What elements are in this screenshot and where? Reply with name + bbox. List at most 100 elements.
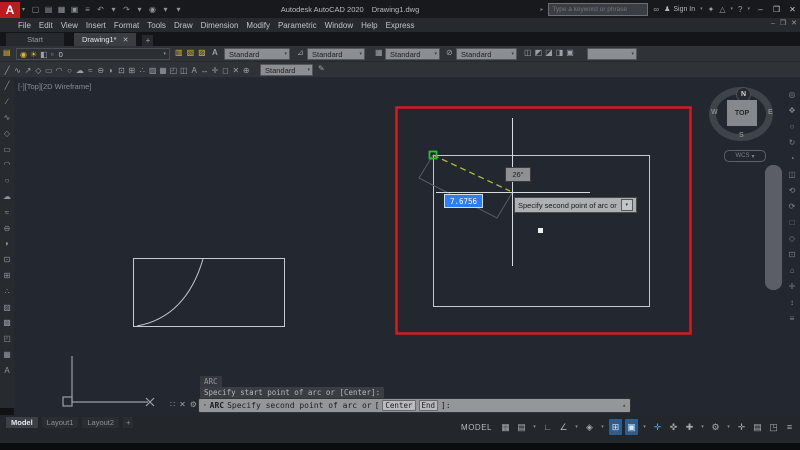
navigation-tool-icon[interactable]: ↕: [786, 294, 799, 310]
new-tab-button[interactable]: +: [142, 35, 154, 46]
sign-in-button[interactable]: ♟ Sign In: [664, 5, 695, 14]
draw-toolbar-icon[interactable]: ≈: [1, 204, 14, 220]
draw-tool-icon[interactable]: ✕: [231, 64, 241, 76]
signin-caret-icon[interactable]: ▾: [700, 6, 703, 12]
status-toggle-icon[interactable]: ▾: [641, 419, 648, 435]
navigation-tool-icon[interactable]: □: [786, 214, 799, 230]
menu-item[interactable]: Parametric: [274, 18, 321, 32]
tooltip-options-icon[interactable]: ▾: [620, 199, 633, 211]
quick-access-icon[interactable]: ▦: [57, 3, 66, 15]
draw-tool-icon[interactable]: ⊞: [127, 64, 137, 76]
command-line-input[interactable]: ▾ ARC Specify second point of arc or [ C…: [198, 398, 631, 413]
draw-tool-icon[interactable]: ◫: [179, 64, 189, 76]
status-toggle-icon[interactable]: ▾: [573, 419, 580, 435]
style-edit-icon[interactable]: ✎: [318, 64, 325, 73]
draw-tool-icon[interactable]: ≈: [85, 64, 95, 76]
navigation-tool-icon[interactable]: ↻: [786, 134, 799, 150]
quick-access-icon[interactable]: ◉: [148, 3, 157, 15]
menu-item[interactable]: Modify: [242, 18, 274, 32]
wcs-caret-icon[interactable]: ▾: [751, 153, 754, 160]
help-caret-icon[interactable]: ▾: [747, 6, 750, 12]
status-toggle-icon[interactable]: ⚙: [709, 419, 722, 435]
layout-tab[interactable]: Layout2: [82, 417, 120, 428]
draw-toolbar-icon[interactable]: ╱: [1, 78, 14, 94]
tab-close-icon[interactable]: ✕: [123, 36, 129, 44]
table-style-combo[interactable]: Standard ▾: [385, 48, 440, 60]
viewport-controls-label[interactable]: [-][Top][2D Wireframe]: [18, 82, 91, 91]
draw-tool-icon[interactable]: ✛: [210, 64, 220, 76]
command-close-icon[interactable]: ✕: [179, 400, 186, 409]
draw-tool-icon[interactable]: ☁: [75, 64, 85, 76]
draw-tool-icon[interactable]: ⊕: [241, 64, 251, 76]
quick-access-icon[interactable]: ▢: [31, 3, 40, 15]
draw-toolbar-icon[interactable]: ○: [1, 173, 14, 189]
draw-tool-icon[interactable]: ◗: [106, 64, 116, 76]
menu-item[interactable]: Format: [110, 18, 143, 32]
status-toggle-icon[interactable]: ◳: [767, 419, 780, 435]
layout-tab[interactable]: Layout1: [41, 417, 79, 428]
annotation-tool-icon[interactable]: ◫: [524, 48, 532, 57]
draw-tool-icon[interactable]: ▦: [158, 64, 168, 76]
dynamic-input-field[interactable]: 7.6756: [444, 194, 483, 208]
draw-tool-icon[interactable]: A: [189, 64, 199, 76]
search-input[interactable]: [548, 2, 649, 16]
draw-toolbar-icon[interactable]: ∕: [1, 94, 14, 110]
status-toggle-icon[interactable]: ▾: [725, 419, 732, 435]
status-toggle-icon[interactable]: ∟: [541, 419, 554, 435]
navigation-tool-icon[interactable]: ⌂: [786, 262, 799, 278]
draw-toolbar-icon[interactable]: ⊡: [1, 252, 14, 268]
quick-access-icon[interactable]: ▾: [135, 3, 144, 15]
layer-tool-icon[interactable]: ▥: [175, 48, 183, 57]
text-style-icon[interactable]: A: [212, 48, 218, 57]
layout-tab[interactable]: +: [123, 417, 134, 428]
status-toggle-icon[interactable]: ▤: [515, 419, 528, 435]
viewcube-west[interactable]: W: [711, 109, 718, 116]
menu-item[interactable]: Help: [357, 18, 381, 32]
layer-tool-icon[interactable]: ▧: [187, 48, 195, 57]
quick-access-icon[interactable]: ▾: [174, 3, 183, 15]
quick-access-icon[interactable]: ↷: [122, 3, 131, 15]
minimize-button[interactable]: –: [755, 5, 766, 14]
draw-toolbar-icon[interactable]: A: [1, 362, 14, 378]
layout-tab[interactable]: Model: [6, 417, 38, 428]
navigation-tool-icon[interactable]: ⊡: [786, 246, 799, 262]
draw-tool-icon[interactable]: ▭: [44, 64, 54, 76]
quick-access-icon[interactable]: ≡: [83, 3, 92, 15]
status-toggle-icon[interactable]: ▾: [699, 419, 706, 435]
navigation-tool-icon[interactable]: ◎: [786, 86, 799, 102]
table-style-icon[interactable]: ▦: [375, 48, 383, 57]
draw-tool-icon[interactable]: ◻: [220, 64, 230, 76]
stay-connected-icon[interactable]: △: [719, 5, 725, 14]
app-store-icon[interactable]: ✦: [708, 5, 715, 14]
logo-caret-icon[interactable]: ▾: [22, 6, 25, 13]
combo-caret-icon[interactable]: ▾: [631, 51, 634, 57]
tab-start[interactable]: Start: [6, 33, 64, 46]
menu-item[interactable]: Window: [321, 18, 357, 32]
close-button[interactable]: ✕: [787, 5, 798, 14]
menu-item[interactable]: Express: [382, 18, 419, 32]
quick-access-icon[interactable]: ▾: [161, 3, 170, 15]
draw-toolbar-icon[interactable]: ▦: [1, 347, 14, 363]
layer-tool-icon[interactable]: ▨: [198, 48, 206, 57]
draw-tool-icon[interactable]: ◠: [54, 64, 64, 76]
layer-bulb-icon[interactable]: ◉: [20, 50, 27, 59]
restore-button[interactable]: ❐: [771, 5, 782, 14]
draw-tool-icon[interactable]: ↔: [199, 64, 209, 76]
navigation-tool-icon[interactable]: ○: [786, 118, 799, 134]
navigation-tool-icon[interactable]: ⟳: [786, 198, 799, 214]
status-toggle-icon[interactable]: ⊞: [609, 419, 622, 435]
status-toggle-icon[interactable]: ◈: [583, 419, 596, 435]
navigation-tool-icon[interactable]: ≡: [786, 310, 799, 326]
navigation-tool-icon[interactable]: ⟲: [786, 182, 799, 198]
combo-caret-icon[interactable]: ▾: [307, 67, 310, 73]
option-center-button[interactable]: Center: [382, 400, 416, 411]
connected-caret-icon[interactable]: ▾: [731, 6, 734, 12]
status-toggle-icon[interactable]: ✛: [651, 419, 664, 435]
combo-caret-icon[interactable]: ▾: [511, 51, 514, 57]
viewcube-top-face[interactable]: TOP: [727, 100, 757, 126]
draw-toolbar-icon[interactable]: ▩: [1, 315, 14, 331]
status-toggle-icon[interactable]: ▣: [625, 419, 638, 435]
menu-item[interactable]: Edit: [35, 18, 57, 32]
viewcube-south[interactable]: S: [739, 132, 744, 139]
draw-toolbar-icon[interactable]: ▨: [1, 299, 14, 315]
